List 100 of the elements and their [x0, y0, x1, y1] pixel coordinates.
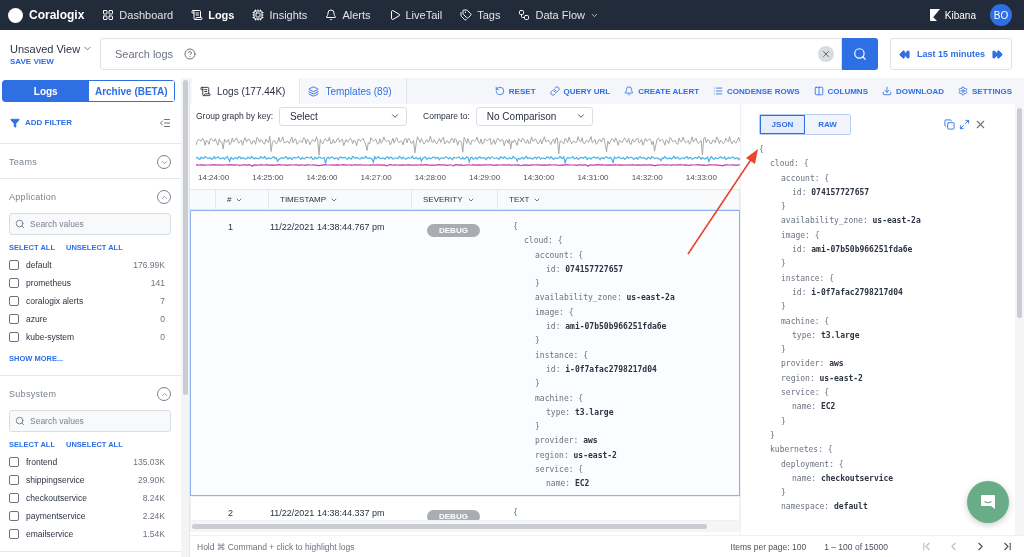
json-line: type: t3.large	[546, 406, 614, 419]
layers-icon	[308, 85, 320, 97]
expand-toggle[interactable]	[157, 155, 171, 169]
checkbox[interactable]	[9, 493, 19, 503]
json-line: availability_zone: us-east-2a	[781, 215, 921, 228]
expand-icon[interactable]	[959, 119, 970, 130]
nav-item[interactable]: Data Flow	[518, 9, 599, 21]
checkbox[interactable]	[9, 314, 19, 324]
chat-button[interactable]	[967, 481, 1009, 523]
format-tab[interactable]: JSON	[760, 115, 805, 134]
search-button[interactable]	[842, 38, 878, 70]
toolbar-action[interactable]: RESET	[494, 86, 536, 96]
json-line: name: checkoutservice	[792, 472, 894, 485]
nav-item[interactable]: Logs	[191, 9, 235, 21]
collapse-icon[interactable]	[159, 116, 171, 129]
save-view-link[interactable]: SAVE VIEW	[10, 56, 100, 66]
expand-toggle[interactable]	[157, 190, 171, 204]
json-line: }	[770, 429, 775, 442]
json-line: image: {	[781, 229, 820, 242]
checkbox[interactable]	[9, 457, 19, 467]
value-label: kube-system	[26, 332, 76, 342]
search-icon	[15, 416, 25, 426]
items-per-page[interactable]: Items per page: 100	[730, 541, 807, 552]
toolbar-action[interactable]: CONDENSE ROWS	[713, 86, 800, 96]
compare-dropdown[interactable]: No Comparison	[475, 106, 593, 126]
grid-icon	[102, 9, 115, 21]
value-count: 7	[160, 296, 165, 306]
checkbox[interactable]	[9, 260, 19, 270]
nav-item[interactable]: Tags	[460, 9, 501, 21]
toolbar-action[interactable]: DOWNLOAD	[882, 86, 944, 96]
close-icon[interactable]	[974, 118, 987, 131]
logo-icon	[8, 7, 23, 23]
add-filter-link[interactable]: ADD FILTER	[10, 117, 72, 128]
section-title: Subsystem	[9, 389, 57, 399]
expand-toggle[interactable]	[157, 387, 171, 401]
link-icon	[549, 86, 560, 96]
help-icon[interactable]	[184, 48, 196, 60]
json-line: }	[781, 487, 786, 500]
column-header[interactable]: #	[216, 190, 269, 209]
checkbox[interactable]	[9, 529, 19, 539]
value-count: 8.24K	[142, 493, 165, 503]
value-label: default	[26, 260, 53, 270]
checkbox[interactable]	[9, 332, 19, 342]
column-header[interactable]: TIMESTAMP	[269, 190, 412, 209]
search-field[interactable]: Search logs	[100, 38, 842, 70]
timestamp-cell-text: 11/22/2021 14:38:44.767 pm	[270, 221, 385, 232]
toolbar-action[interactable]: SETTINGS	[958, 86, 1012, 96]
checkbox[interactable]	[9, 511, 19, 521]
section-title: Application	[9, 192, 57, 202]
time-range-button[interactable]: Last 15 minutes	[890, 38, 1012, 70]
section-title: Teams	[9, 157, 37, 167]
nav-item[interactable]: LiveTail	[388, 9, 443, 21]
column-header[interactable]: TEXT	[498, 190, 740, 209]
first-page-icon	[920, 540, 933, 553]
caret-icon	[575, 111, 586, 121]
toolbar-action[interactable]: COLUMNS	[813, 86, 868, 96]
json-line: region: us-east-2	[781, 372, 863, 385]
checkbox[interactable]	[9, 475, 19, 485]
value-count: 29.90K	[138, 475, 165, 485]
json-line: namespace: default	[781, 501, 868, 514]
columns-icon	[813, 86, 824, 96]
group-by-dropdown[interactable]: Select	[279, 106, 407, 126]
value-label: paymentservice	[26, 511, 87, 521]
toolbar-action[interactable]: QUERY URL	[549, 86, 611, 96]
search-icon	[853, 47, 867, 61]
json-line: cloud: {	[770, 158, 809, 171]
caret-icon	[390, 111, 400, 121]
checkbox[interactable]	[9, 296, 19, 306]
page-range: 1 – 100 of 15000	[824, 541, 888, 552]
view-tab[interactable]: Logs (177.44K)	[192, 78, 301, 104]
json-line: kubernetes: {	[770, 444, 833, 457]
value-count: 0	[160, 332, 165, 342]
format-tab[interactable]: RAW	[805, 115, 850, 134]
nav-item[interactable]: Alerts	[325, 9, 371, 21]
checkbox[interactable]	[9, 278, 19, 288]
view-selector[interactable]: Unsaved View	[10, 42, 100, 55]
value-label: checkoutservice	[26, 493, 88, 503]
json-line: deployment: {	[781, 458, 844, 471]
kibana-link[interactable]: Kibana	[929, 9, 976, 21]
index-cell-text: 2	[228, 507, 233, 518]
nav-item[interactable]: Insights	[252, 9, 308, 21]
json-line: machine: {	[781, 315, 830, 328]
column-header[interactable]: SEVERITY	[412, 190, 498, 209]
user-avatar[interactable]: BO	[990, 4, 1012, 26]
scrollbar-thumb[interactable]	[1017, 108, 1022, 318]
pager-button[interactable]	[1001, 540, 1014, 553]
value-label: shippingservice	[26, 475, 86, 485]
value-search-field[interactable]: Search values	[9, 213, 171, 235]
sidebar-tab[interactable]: Logs	[3, 81, 89, 101]
bell-icon	[325, 9, 338, 21]
log-row[interactable]: 2 11/22/2021 14:38:44.337 pm DEBUG {	[190, 496, 740, 521]
scrollbar-thumb[interactable]	[182, 80, 188, 395]
value-search-field[interactable]: Search values	[9, 410, 171, 432]
json-line: }	[535, 421, 540, 434]
nav-item[interactable]: Dashboard	[102, 9, 174, 21]
scrollbar-thumb[interactable]	[192, 524, 707, 529]
toolbar-action[interactable]: CREATE ALERT	[624, 86, 700, 96]
json-line: }	[535, 335, 540, 348]
copy-icon[interactable]	[944, 119, 955, 130]
json-line: }	[781, 415, 786, 428]
